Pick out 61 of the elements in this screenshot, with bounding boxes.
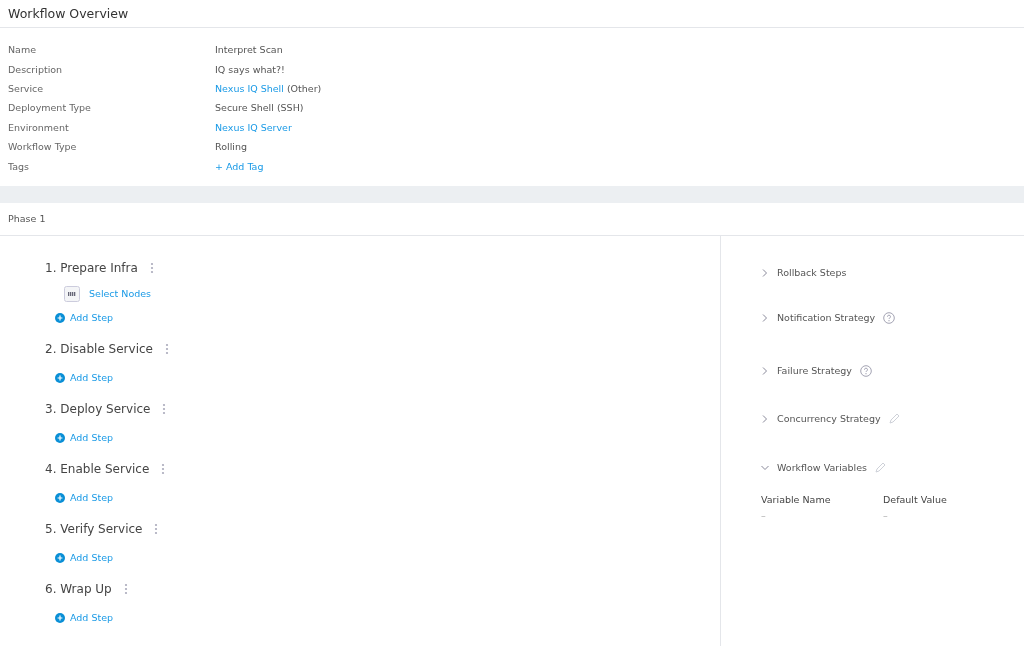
plus-circle-icon	[55, 612, 65, 623]
field-link[interactable]: Nexus IQ Shell	[215, 82, 284, 94]
step-title: 4. Enable Service	[45, 461, 150, 476]
field-label: Service	[8, 82, 45, 94]
plus-circle-icon	[55, 432, 65, 443]
field-value: IQ says what?!	[215, 63, 285, 75]
plus-circle-icon	[55, 372, 65, 383]
plus-circle-icon	[55, 492, 65, 503]
chevron-right-icon[interactable]	[761, 268, 769, 277]
field-label: Description	[8, 63, 64, 75]
pencil-icon[interactable]	[875, 462, 887, 474]
field-value: (Other)	[286, 82, 322, 94]
help-icon[interactable]	[883, 311, 896, 324]
grid-icon	[64, 285, 80, 302]
add-step-link[interactable]: Add Step	[70, 432, 114, 444]
pencil-icon[interactable]	[888, 413, 900, 425]
step-title: 5. Verify Service	[45, 521, 143, 536]
field-value: Secure Shell (SSH)	[215, 102, 304, 114]
add-step-link[interactable]: Add Step	[70, 372, 114, 384]
help-icon[interactable]	[860, 364, 872, 377]
field-value: Interpret Scan	[215, 44, 283, 56]
field-label: Environment	[8, 121, 70, 133]
field-label: Name	[8, 44, 38, 56]
section-title[interactable]: Workflow Variables	[777, 462, 868, 474]
column-header: Default Value	[883, 494, 948, 506]
field-link[interactable]: Nexus IQ Server	[215, 121, 292, 133]
field-label: Tags	[8, 160, 31, 172]
step-title: 1. Prepare Infra	[45, 260, 138, 275]
plus-circle-icon	[55, 552, 65, 563]
step-title: 6. Wrap Up	[45, 581, 112, 596]
section-title[interactable]: Failure Strategy	[777, 365, 852, 377]
column-header: Variable Name	[761, 494, 832, 506]
more-options-icon[interactable]	[161, 462, 166, 475]
more-options-icon[interactable]	[149, 261, 154, 274]
chevron-right-icon[interactable]	[761, 414, 769, 423]
add-step-link[interactable]: Add Step	[70, 612, 114, 624]
page-title: Workflow Overview	[8, 6, 129, 21]
add-step-link[interactable]: Add Step	[70, 552, 114, 564]
more-options-icon[interactable]	[162, 402, 167, 415]
field-value: Rolling	[215, 141, 247, 153]
add-step-link[interactable]: Add Step	[70, 492, 114, 504]
field-label: Deployment Type	[8, 102, 92, 114]
section-title[interactable]: Concurrency Strategy	[777, 413, 881, 425]
chevron-right-icon[interactable]	[761, 366, 769, 375]
more-options-icon[interactable]	[164, 342, 169, 355]
phase-title: Phase 1	[8, 213, 46, 225]
add-step-link[interactable]: Add Step	[70, 312, 114, 324]
section-title[interactable]: Rollback Steps	[777, 267, 847, 279]
field-label: Workflow Type	[8, 141, 78, 153]
table-cell-text: –	[883, 510, 889, 522]
chevron-down-icon[interactable]	[761, 463, 769, 472]
table-cell-text: –	[761, 510, 767, 522]
more-options-icon[interactable]	[154, 522, 159, 535]
step-title: 3. Deploy Service	[45, 401, 151, 416]
more-options-icon[interactable]	[123, 582, 128, 595]
step-title: 2. Disable Service	[45, 341, 153, 356]
field-link[interactable]: + Add Tag	[215, 160, 264, 172]
section-title[interactable]: Notification Strategy	[777, 312, 876, 324]
plus-circle-icon	[55, 312, 65, 323]
select-nodes-link[interactable]: Select Nodes	[89, 288, 152, 300]
chevron-right-icon[interactable]	[761, 313, 769, 322]
